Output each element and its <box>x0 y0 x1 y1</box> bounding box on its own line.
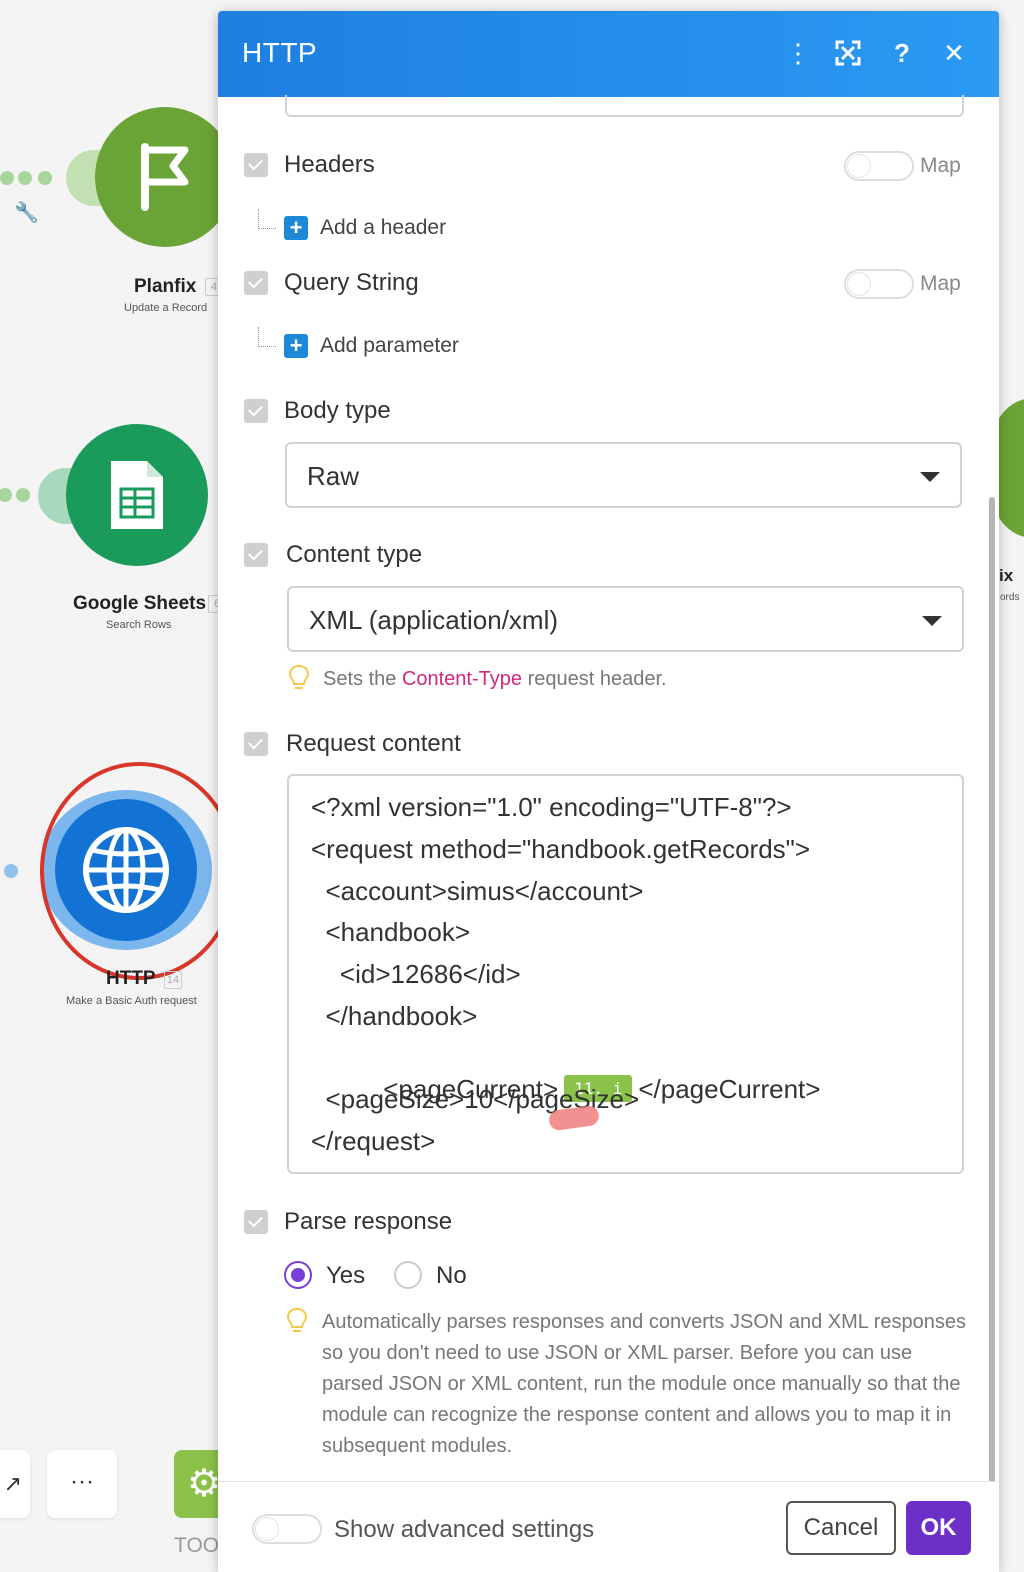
advanced-settings-label: Show advanced settings <box>334 1516 595 1543</box>
parse-response-hint: Automatically parses responses and conve… <box>322 1311 967 1457</box>
query-string-map-label: Map <box>920 272 961 295</box>
content-type-label: Content type <box>286 541 423 568</box>
body-type-value: Raw <box>307 461 360 491</box>
content-type-checkbox[interactable] <box>244 543 268 567</box>
code-line: <handbook> <box>311 917 471 947</box>
code-line: <account>simus</account> <box>311 876 644 906</box>
code-line: <id>12686</id> <box>311 959 521 989</box>
wrench-icon[interactable]: 🔧 <box>14 200 39 225</box>
dialog-body: Headers Map + Add a header Query String … <box>218 95 999 1567</box>
bottom-tool-button[interactable]: ↗ <box>0 1450 30 1518</box>
connector-dot <box>0 171 14 185</box>
body-type-label: Body type <box>284 397 391 424</box>
headers-checkbox[interactable] <box>244 153 268 177</box>
gear-icon: ⚙ <box>186 1463 222 1505</box>
node-name: HTTP <box>106 968 156 989</box>
parse-response-yes-radio[interactable] <box>284 1261 312 1289</box>
cancel-button[interactable]: Cancel <box>786 1501 896 1555</box>
sheet-icon <box>111 461 163 529</box>
body-type-select[interactable]: Raw <box>285 442 962 508</box>
hint-text: Sets the <box>323 668 402 690</box>
more-button[interactable]: ··· <box>47 1450 117 1518</box>
code-line: <request method="handbook.getRecords"> <box>311 834 811 864</box>
content-type-hint: Sets the Content-Type request header. <box>323 664 667 695</box>
headers-label: Headers <box>284 151 375 178</box>
lightbulb-icon <box>288 664 310 689</box>
close-icon[interactable]: ✕ <box>938 37 970 69</box>
http-module-dialog: HTTP ⋮ ? ✕ Headers Map + Add a header Qu… <box>218 11 999 1572</box>
content-type-value: XML (application/xml) <box>309 605 559 635</box>
node-subtitle: Search Rows <box>106 619 172 631</box>
code-line: </request> <box>311 1126 436 1156</box>
no-label[interactable]: No <box>436 1262 467 1290</box>
query-string-checkbox[interactable] <box>244 271 268 295</box>
expand-icon[interactable] <box>832 37 864 69</box>
lightbulb-icon <box>286 1307 308 1332</box>
body-type-checkbox[interactable] <box>244 399 268 423</box>
content-type-keyword: Content-Type <box>401 668 523 690</box>
previous-field-bottom[interactable] <box>285 95 964 117</box>
dialog-title: HTTP <box>242 37 318 68</box>
red-annotation-circle <box>40 762 238 980</box>
planfix-node[interactable] <box>95 107 235 247</box>
node-subtitle: Update a Record <box>124 302 208 314</box>
request-content-checkbox[interactable] <box>244 732 268 756</box>
tools-label: TOO <box>174 1534 220 1557</box>
content-type-select[interactable]: XML (application/xml) <box>287 586 964 652</box>
request-content-editor[interactable]: <?xml version="1.0" encoding="UTF-8"?> <… <box>287 774 964 1174</box>
google-sheets-node[interactable] <box>66 424 208 566</box>
node-name: ix <box>999 566 1014 585</box>
dialog-scrollbar[interactable] <box>989 497 995 1567</box>
advanced-settings-toggle[interactable] <box>252 1514 322 1544</box>
code-line: </handbook> <box>311 1001 478 1031</box>
node-badge: 14 <box>164 971 182 989</box>
headers-map-label: Map <box>920 154 961 177</box>
node-name: Planfix <box>134 276 197 297</box>
parse-response-no-radio[interactable] <box>394 1261 422 1289</box>
tree-connector <box>258 327 276 347</box>
chevron-down-icon <box>920 472 940 482</box>
add-parameter-plus-icon[interactable]: + <box>284 334 308 358</box>
help-icon[interactable]: ? <box>886 37 918 69</box>
yes-label[interactable]: Yes <box>326 1262 365 1290</box>
parse-response-checkbox[interactable] <box>244 1210 268 1234</box>
connector-dot <box>18 171 32 185</box>
connector-dot <box>38 171 52 185</box>
code-text: </pageCurrent> <box>638 1074 821 1104</box>
node-subtitle: Make a Basic Auth request <box>66 995 197 1007</box>
ok-button[interactable]: OK <box>906 1501 971 1555</box>
connector-dot <box>0 488 12 502</box>
tree-connector <box>258 209 276 229</box>
code-line: <?xml version="1.0" encoding="UTF-8"?> <box>311 792 792 822</box>
query-string-map-toggle[interactable] <box>844 269 914 299</box>
add-parameter-link[interactable]: Add parameter <box>320 334 459 358</box>
node-name: Google Sheets <box>73 593 207 614</box>
add-header-plus-icon[interactable]: + <box>284 216 308 240</box>
dialog-footer: Show advanced settings Cancel OK <box>218 1481 999 1572</box>
hint-text: request header. <box>522 668 667 690</box>
chevron-down-icon <box>922 616 942 626</box>
headers-map-toggle[interactable] <box>844 151 914 181</box>
dialog-header: HTTP ⋮ ? ✕ <box>218 11 999 97</box>
flag-icon <box>141 143 189 211</box>
connector-dot <box>16 488 30 502</box>
parse-response-label: Parse response <box>284 1208 453 1235</box>
connector-dot <box>4 864 18 878</box>
add-header-link[interactable]: Add a header <box>320 216 446 240</box>
query-string-label: Query String <box>284 269 419 296</box>
node-subtitle: ords <box>1000 592 1020 603</box>
more-vertical-icon[interactable]: ⋮ <box>782 37 814 69</box>
request-content-label: Request content <box>286 730 461 757</box>
